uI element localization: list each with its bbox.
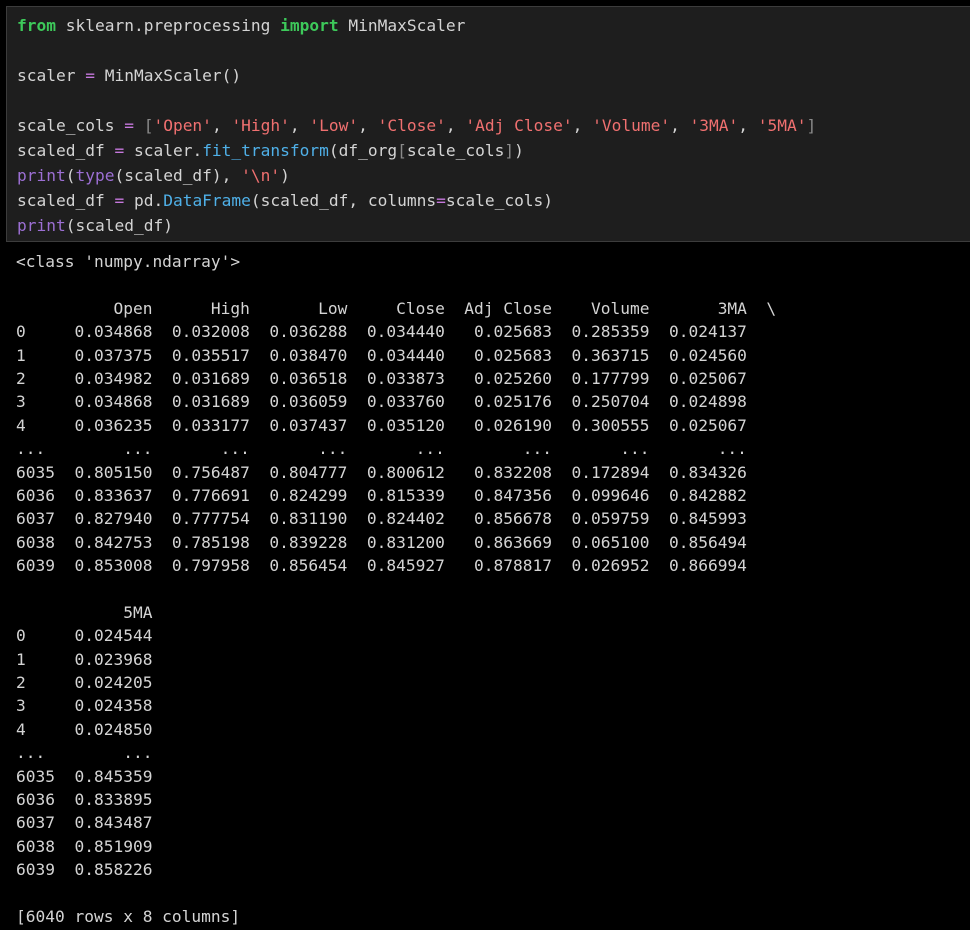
code-token: pd. bbox=[124, 191, 164, 210]
code-token: 'Close' bbox=[377, 116, 446, 135]
output-line: 6035 0.845359 bbox=[16, 766, 172, 786]
code-token: = bbox=[124, 116, 134, 135]
code-token: , bbox=[289, 116, 310, 135]
code-token: scale_cols bbox=[406, 141, 505, 160]
code-token: = bbox=[114, 191, 125, 210]
output-line: 4 0.036235 0.033177 0.037437 0.035120 0.… bbox=[16, 415, 777, 435]
output-line: 6035 0.805150 0.756487 0.804777 0.800612… bbox=[16, 462, 777, 482]
output-line: 6038 0.842753 0.785198 0.839228 0.831200… bbox=[16, 532, 777, 552]
code-token: sklearn.preprocessing bbox=[55, 16, 281, 35]
code-token: , bbox=[211, 116, 232, 135]
output-line: 0 0.034868 0.032008 0.036288 0.034440 0.… bbox=[16, 322, 777, 342]
output-line: 3 0.024358 bbox=[16, 696, 172, 716]
code-token: 'Low' bbox=[309, 116, 359, 135]
code-editor[interactable]: from sklearn.preprocessing import MinMax… bbox=[17, 13, 816, 238]
cell-output: <class 'numpy.ndarray'> Open High Low Cl… bbox=[16, 250, 776, 928]
code-token: scaled_df bbox=[17, 141, 115, 160]
code-line: print(type(scaled_df), '\n') bbox=[17, 163, 816, 188]
code-token: '3MA' bbox=[689, 116, 739, 135]
code-token: scaler. bbox=[124, 141, 203, 160]
code-token: type bbox=[75, 166, 115, 185]
code-token: ) bbox=[514, 141, 524, 160]
code-token: (scaled_df, columns bbox=[250, 191, 437, 210]
code-token: scale_cols bbox=[17, 116, 125, 135]
code-token: DataFrame bbox=[163, 191, 251, 210]
output-line: 5MA bbox=[16, 602, 172, 622]
code-token: print bbox=[17, 166, 66, 185]
code-token: [ bbox=[397, 141, 407, 160]
code-token: (scaled_df) bbox=[65, 216, 173, 235]
code-token: , bbox=[738, 116, 758, 135]
code-token: = bbox=[436, 191, 446, 210]
output-line: 2 0.034982 0.031689 0.036518 0.033873 0.… bbox=[16, 368, 777, 388]
code-token: ] bbox=[504, 141, 515, 160]
output-line: 0 0.024544 bbox=[16, 626, 172, 646]
code-token: scaled_df bbox=[17, 191, 115, 210]
code-token: , bbox=[445, 116, 466, 135]
output-line: <class 'numpy.ndarray'> bbox=[16, 252, 241, 271]
code-line: scaled_df = pd.DataFrame(scaled_df, colu… bbox=[17, 188, 816, 213]
code-token: 'Volume' bbox=[592, 116, 671, 135]
code-token: import bbox=[280, 16, 339, 35]
output-line: 6037 0.827940 0.777754 0.831190 0.824402… bbox=[16, 509, 777, 529]
code-token: fit_transform bbox=[202, 141, 329, 160]
code-token: ] bbox=[806, 116, 817, 135]
output-line: 4 0.024850 bbox=[16, 719, 172, 739]
code-token: MinMaxScaler bbox=[338, 16, 466, 35]
code-token: scaler bbox=[17, 66, 86, 85]
output-line: ... ... ... ... ... ... ... ... bbox=[16, 439, 777, 459]
code-token: '\n' bbox=[241, 166, 281, 185]
code-line: scaled_df = scaler.fit_transform(df_org[… bbox=[17, 138, 816, 163]
code-token: = bbox=[114, 141, 125, 160]
code-token: (df_org bbox=[328, 141, 398, 160]
output-line: 3 0.034868 0.031689 0.036059 0.033760 0.… bbox=[16, 392, 777, 412]
output-line: ... ... bbox=[16, 743, 172, 763]
code-line: scaler = MinMaxScaler() bbox=[17, 63, 816, 88]
code-token: [ bbox=[143, 116, 154, 135]
code-line: from sklearn.preprocessing import MinMax… bbox=[17, 13, 816, 38]
code-token: 'High' bbox=[231, 116, 290, 135]
code-token: (scaled_df), bbox=[114, 166, 242, 185]
output-line: 6036 0.833895 bbox=[16, 789, 172, 809]
output-line: 6038 0.851909 bbox=[16, 836, 172, 856]
output-line: 6036 0.833637 0.776691 0.824299 0.815339… bbox=[16, 485, 777, 505]
output-line: 2 0.024205 bbox=[16, 673, 172, 693]
output-line: [6040 rows x 8 columns] bbox=[16, 906, 241, 926]
output-line: 1 0.037375 0.035517 0.038470 0.034440 0.… bbox=[16, 345, 777, 365]
code-token: print bbox=[17, 216, 66, 235]
code-line: print(scaled_df) bbox=[17, 213, 816, 238]
output-line: 1 0.023968 bbox=[16, 649, 172, 669]
code-token: 'Adj Close' bbox=[465, 116, 573, 135]
output-line: 6039 0.853008 0.797958 0.856454 0.845927… bbox=[16, 556, 777, 576]
code-token: = bbox=[85, 66, 95, 85]
code-token: from bbox=[17, 16, 56, 35]
code-token: '5MA' bbox=[757, 116, 807, 135]
code-cell-input[interactable]: from sklearn.preprocessing import MinMax… bbox=[6, 6, 970, 242]
code-token: , bbox=[572, 116, 593, 135]
code-token: ) bbox=[280, 166, 290, 185]
code-token: 'Open' bbox=[153, 116, 212, 135]
code-line: scale_cols = ['Open', 'High', 'Low', 'Cl… bbox=[17, 113, 816, 138]
output-line: 6039 0.858226 bbox=[16, 860, 172, 880]
code-token: , bbox=[670, 116, 690, 135]
code-token: , bbox=[358, 116, 378, 135]
output-line: Open High Low Close Adj Close Volume 3MA… bbox=[16, 298, 777, 318]
code-token: scale_cols) bbox=[445, 191, 554, 210]
output-line: 6037 0.843487 bbox=[16, 813, 172, 833]
code-token: MinMaxScaler() bbox=[94, 66, 242, 85]
